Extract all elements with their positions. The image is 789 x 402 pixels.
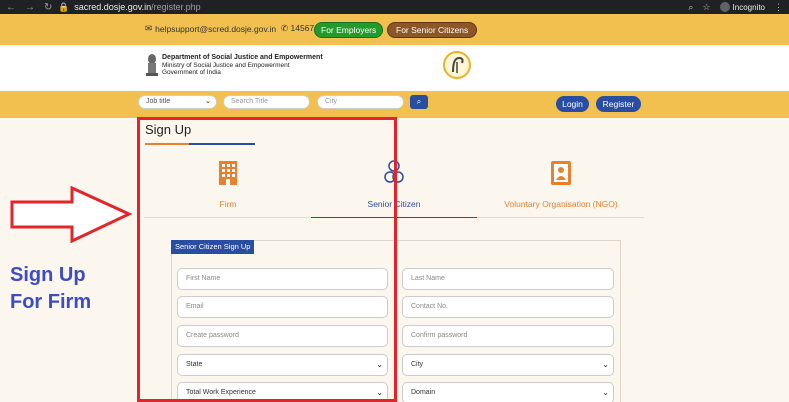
dept-line-2: Ministry of Social Justice and Empowerme… xyxy=(162,61,290,69)
support-email[interactable]: ✉ helpsupport@scred.dosje.gov.in xyxy=(145,23,276,34)
url-host: sacred.dosje.gov.in xyxy=(74,2,152,12)
annotation-highlight-box xyxy=(137,117,397,402)
star-icon[interactable]: ☆ xyxy=(702,2,710,13)
search-title-input[interactable]: Search Title xyxy=(223,95,310,109)
url-path: /register.php xyxy=(151,2,201,12)
city-search-input[interactable]: City xyxy=(317,95,404,109)
support-email-text: helpsupport@scred.dosje.gov.in xyxy=(155,23,277,34)
annotation-text: Sign Up For Firm xyxy=(10,262,91,316)
register-button[interactable]: Register xyxy=(596,96,641,112)
domain-select-value: Domain xyxy=(411,389,436,396)
job-title-select[interactable]: Job title ⌄ xyxy=(138,95,217,109)
tab-ngo-label: Voluntary Organisation (NGO) xyxy=(504,199,618,209)
national-emblem-icon[interactable] xyxy=(145,53,159,79)
annotation-arrow-icon xyxy=(10,186,132,243)
helpline-phone[interactable]: ✆ 14567 xyxy=(281,23,314,34)
reload-icon[interactable]: ↻ xyxy=(44,2,52,13)
forward-icon[interactable]: → xyxy=(25,2,35,13)
browser-actions: ⌕ ☆ Incognito ⋮ xyxy=(688,0,783,14)
city-select[interactable]: City ⌄ xyxy=(402,354,614,376)
mail-icon: ✉ xyxy=(145,23,153,33)
chevron-down-icon: ⌄ xyxy=(602,388,609,397)
department-name: Department of Social Justice and Empower… xyxy=(162,54,323,77)
incognito-icon xyxy=(719,2,730,12)
domain-select[interactable]: Domain ⌄ xyxy=(402,382,614,402)
search-icon: ⌕ xyxy=(416,97,422,106)
site-header: Department of Social Justice and Empower… xyxy=(0,45,789,91)
annotation-line-1: Sign Up xyxy=(10,264,86,286)
phone-icon: ✆ xyxy=(281,23,289,33)
annotation-line-2: For Firm xyxy=(10,291,92,313)
zoom-icon[interactable]: ⌕ xyxy=(688,2,693,13)
search-bar: Job title ⌄ Search Title City ⌕ Login Re… xyxy=(0,91,789,118)
chevron-down-icon: ⌄ xyxy=(602,360,609,369)
back-icon[interactable]: ← xyxy=(6,2,16,13)
confirm-password-input[interactable]: Confirm password xyxy=(402,325,614,347)
job-title-value: Job title xyxy=(146,98,171,105)
contact-bar: ✉ helpsupport@scred.dosje.gov.in ✆ 14567… xyxy=(0,14,789,45)
helpline-number: 14567 xyxy=(290,23,315,33)
city-select-value: City xyxy=(411,361,424,368)
contact-no-input[interactable]: Contact No. xyxy=(402,296,614,318)
lock-icon: 🔒 xyxy=(58,1,70,12)
dept-line-3: Government of India xyxy=(162,69,221,76)
menu-icon[interactable]: ⋮ xyxy=(774,2,783,13)
for-senior-citizens-button[interactable]: For Senior Citizens xyxy=(387,22,478,38)
browser-nav: ← → ↻ xyxy=(0,2,58,13)
browser-toolbar: ← → ↻ 🔒 sacred.dosje.gov.in/register.php… xyxy=(0,0,789,14)
for-employers-button[interactable]: For Employers xyxy=(314,22,384,38)
incognito-label: Incognito xyxy=(732,2,765,12)
search-button[interactable]: ⌕ xyxy=(410,95,428,109)
dept-line-1: Department of Social Justice and Empower… xyxy=(162,54,323,61)
chevron-down-icon: ⌄ xyxy=(205,98,211,105)
login-button[interactable]: Login xyxy=(556,96,589,112)
sacred-logo-icon[interactable] xyxy=(442,50,472,80)
incognito-badge[interactable]: Incognito xyxy=(719,2,765,12)
tab-ngo[interactable]: Voluntary Organisation (NGO) xyxy=(478,160,644,218)
last-name-input[interactable]: Last Name xyxy=(402,268,614,290)
id-badge-icon xyxy=(551,161,571,185)
address-bar[interactable]: 🔒 sacred.dosje.gov.in/register.php xyxy=(58,2,201,13)
